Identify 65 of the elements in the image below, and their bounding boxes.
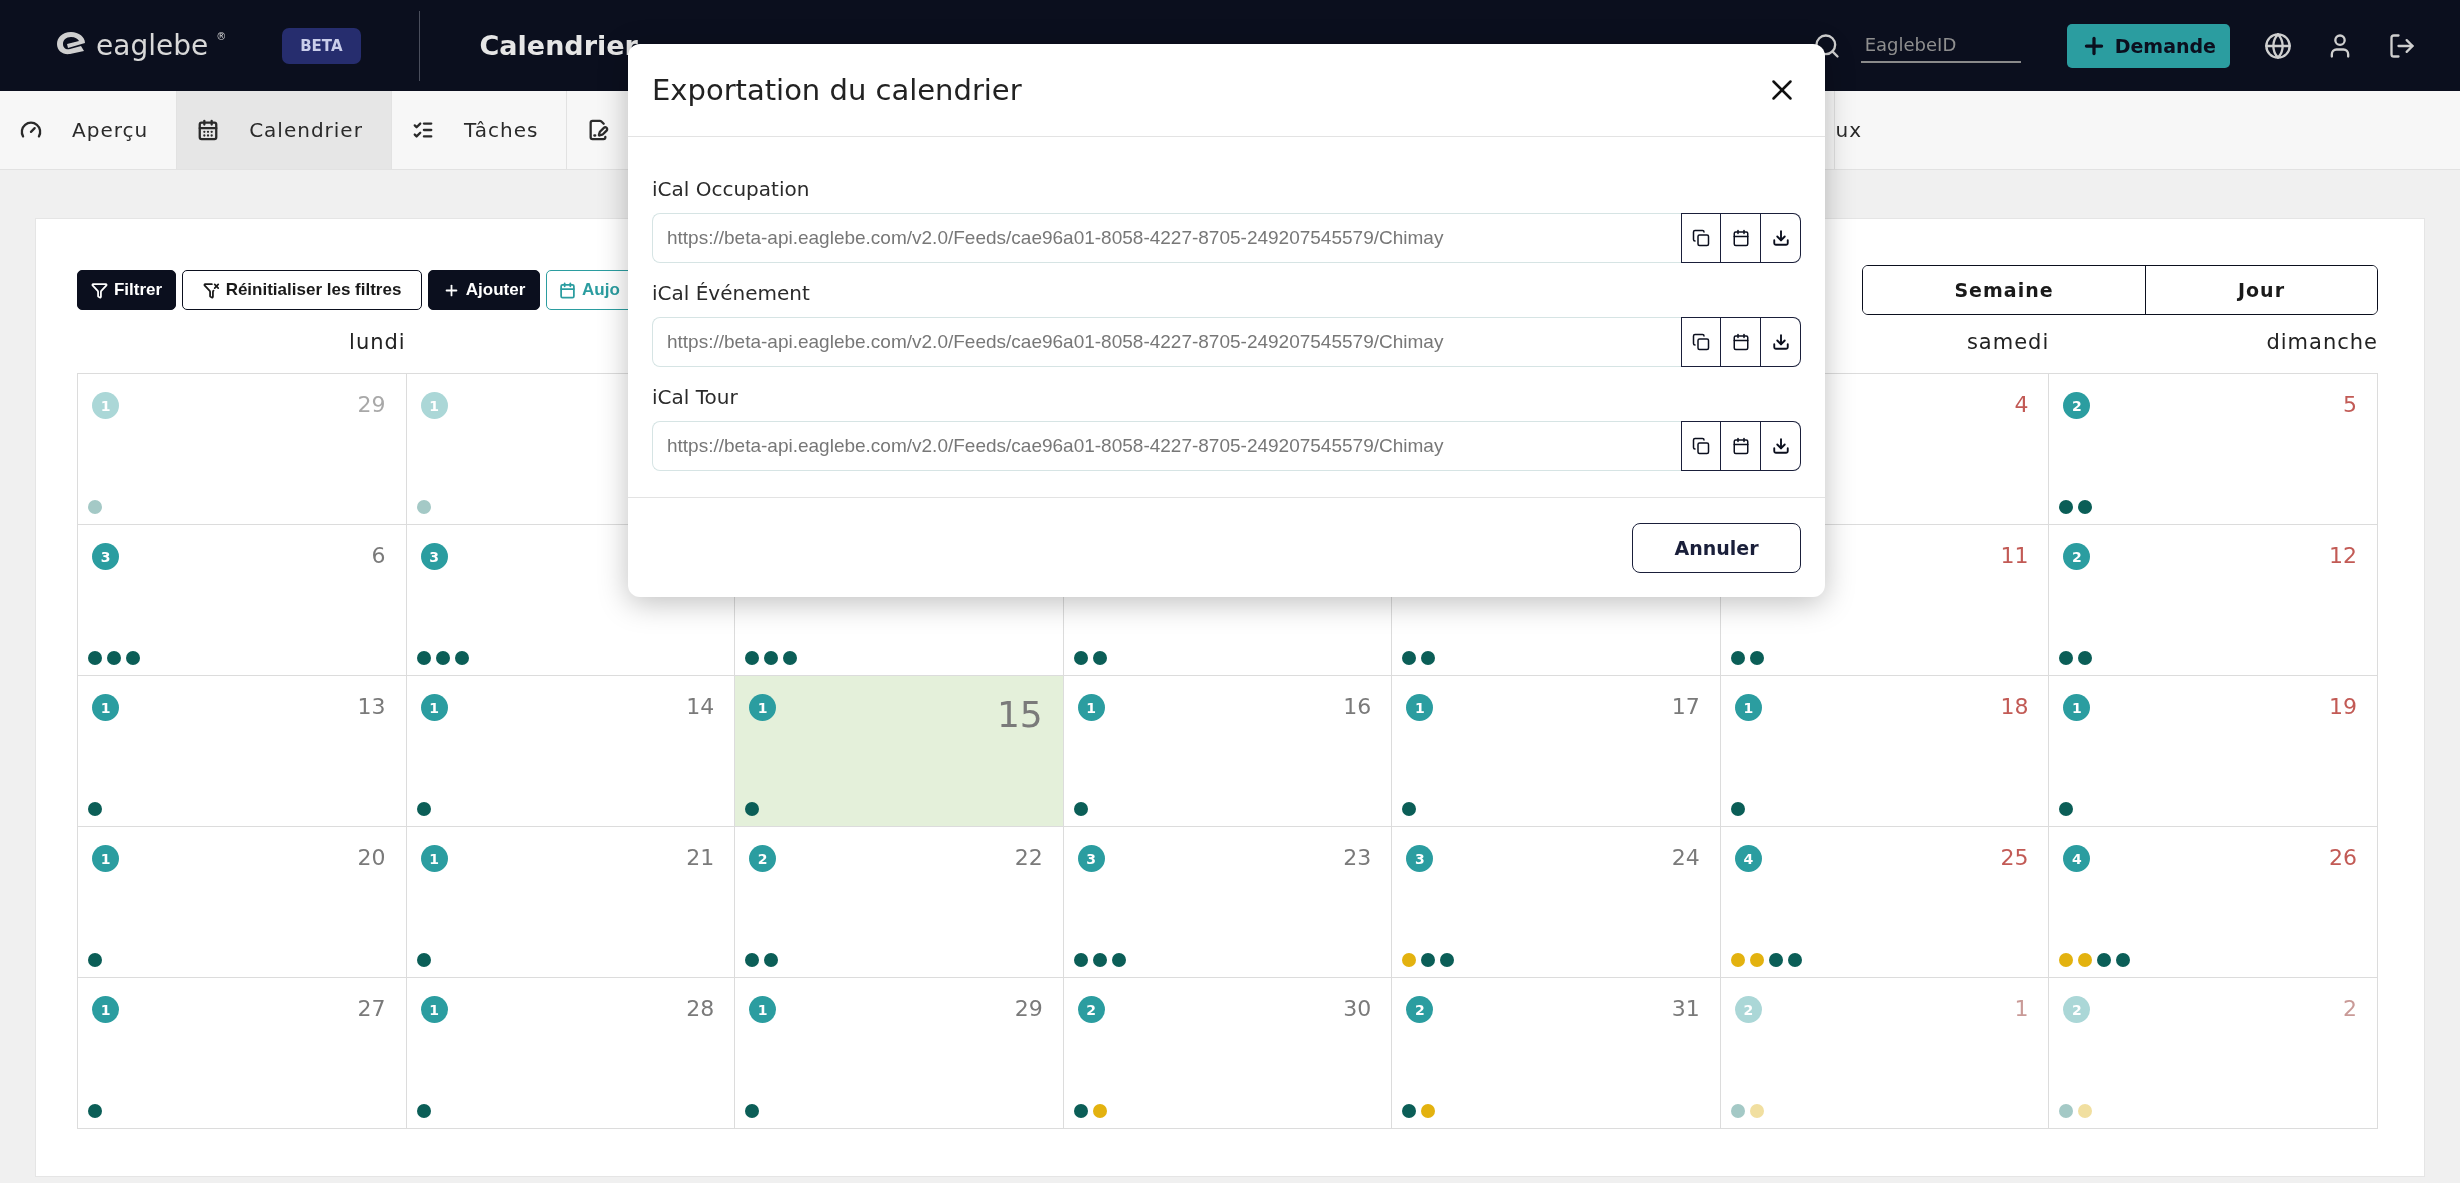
event-count-badge: 1 <box>92 845 119 872</box>
day-number: 24 <box>1671 845 1700 870</box>
weekday-header: dimanche <box>2266 330 2378 354</box>
day-number: 30 <box>1343 996 1372 1021</box>
event-count-badge: 2 <box>2063 543 2091 570</box>
field-label: iCal Événement <box>652 280 811 307</box>
registered-mark: ® <box>216 31 227 42</box>
day-number: 23 <box>1343 845 1372 870</box>
day-number: 18 <box>2000 694 2029 719</box>
event-count-badge: 1 <box>420 392 448 419</box>
day-number: 4 <box>2014 392 2029 417</box>
day-number: 22 <box>1014 845 1043 870</box>
event-count-badge: 1 <box>749 694 777 721</box>
logo-text: eaglebe <box>96 29 209 62</box>
event-count-badge: 4 <box>2063 845 2091 872</box>
weekday-header: samedi <box>1966 330 2050 354</box>
day-number: 5 <box>2343 392 2357 417</box>
event-count-badge: 1 <box>2063 694 2091 721</box>
event-count-badge: 2 <box>749 845 777 872</box>
day-number: 13 <box>357 694 386 719</box>
day-number: 19 <box>2329 694 2357 719</box>
event-count-badge: 2 <box>1077 996 1105 1023</box>
day-number: 31 <box>1671 996 1700 1021</box>
day-number: 20 <box>357 845 386 870</box>
event-count-badge: 3 <box>420 543 448 570</box>
day-number: 28 <box>686 996 715 1021</box>
day-number: 1 <box>2014 996 2029 1021</box>
day-number: 14 <box>686 694 715 719</box>
day-number: 16 <box>1343 694 1372 719</box>
field-label: iCal Tour <box>652 384 739 411</box>
day-number: 26 <box>2329 845 2357 870</box>
field-label: iCal Occupation <box>652 176 811 203</box>
event-count-badge: 1 <box>92 694 119 721</box>
day-number: 6 <box>371 543 386 568</box>
weekday-header: lundi <box>349 330 406 354</box>
beta-badge: BETA <box>282 27 361 64</box>
event-count-badge: 1 <box>1406 694 1434 721</box>
day-number: 17 <box>1671 694 1700 719</box>
day-number: 11 <box>2000 543 2029 568</box>
event-count-badge: 2 <box>2063 392 2091 419</box>
event-count-badge: 3 <box>1406 845 1434 872</box>
event-count-badge: 1 <box>1734 694 1762 721</box>
day-number: 25 <box>2000 845 2029 870</box>
event-count-badge: 1 <box>1077 694 1105 721</box>
day-number: 21 <box>686 845 715 870</box>
event-count-badge: 1 <box>749 996 777 1023</box>
event-count-badge: 3 <box>92 543 119 570</box>
event-count-badge: 3 <box>1077 845 1105 872</box>
event-count-badge: 1 <box>420 996 448 1023</box>
event-count-badge: 2 <box>1734 996 1762 1023</box>
dialog-title: Exportation du calendrier <box>652 73 1022 107</box>
day-number: 12 <box>2329 543 2357 568</box>
day-number: 2 <box>2343 996 2357 1021</box>
event-count-badge: 1 <box>420 694 448 721</box>
day-number: 29 <box>1014 996 1043 1021</box>
day-number: 29 <box>357 392 386 417</box>
event-count-badge: 1 <box>420 845 448 872</box>
day-number: 15 <box>996 694 1043 735</box>
event-count-badge: 1 <box>92 392 119 419</box>
page-title: Calendrier <box>479 30 638 61</box>
event-count-badge: 1 <box>92 996 119 1023</box>
event-count-badge: 4 <box>1734 845 1762 872</box>
event-count-badge: 2 <box>2063 996 2091 1023</box>
day-number: 27 <box>357 996 386 1021</box>
event-count-badge: 2 <box>1406 996 1434 1023</box>
